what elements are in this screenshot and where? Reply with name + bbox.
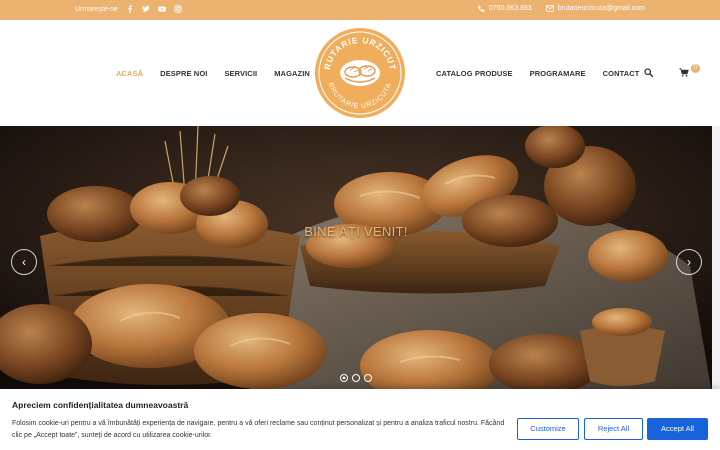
- cart-icon[interactable]: [679, 68, 689, 77]
- contact-info: 0760.063.883 brutarieurzicuta@gmail.com: [478, 5, 645, 12]
- phone-number: 0760.063.883: [488, 5, 532, 12]
- nav-item-contact[interactable]: CONTACT: [603, 69, 640, 78]
- cart-count-badge: 0: [691, 64, 700, 73]
- twitter-icon[interactable]: [142, 5, 150, 13]
- email-address: brutarieurzicuta@gmail.com: [557, 5, 645, 12]
- hero-title: BINE AȚI VENIT!: [304, 224, 408, 239]
- top-bar: Urmarește-ne 0760.063.883 brutarieurzicu…: [0, 0, 720, 20]
- nav-item-acasa[interactable]: ACASĂ: [116, 69, 143, 78]
- chevron-left-icon: ‹: [22, 255, 26, 269]
- reject-all-button[interactable]: Reject All: [584, 418, 643, 440]
- slider-pagination: [340, 374, 372, 382]
- phone-icon: [478, 5, 485, 12]
- email-item[interactable]: brutarieurzicuta@gmail.com: [545, 5, 645, 12]
- cookie-text: Folosim cookie-uri pentru a vă îmbunătăț…: [12, 420, 505, 439]
- nav-item-magazin[interactable]: MAGAZIN: [274, 69, 310, 78]
- slider-dot-2[interactable]: [352, 374, 360, 382]
- hero-slider: BINE AȚI VENIT! ‹ ›: [0, 126, 712, 394]
- nav-item-despre-noi[interactable]: DESPRE NOI: [160, 69, 207, 78]
- cookie-title: Apreciem confidențialitatea dumneavoastr…: [12, 400, 189, 410]
- main-nav-left: ACASĂ DESPRE NOI SERVICII MAGAZIN: [116, 69, 327, 78]
- social-links: [126, 5, 182, 13]
- youtube-icon[interactable]: [158, 5, 166, 13]
- slider-dot-3[interactable]: [364, 374, 372, 382]
- email-icon: [545, 5, 554, 12]
- slider-dot-1[interactable]: [340, 374, 348, 382]
- phone-item[interactable]: 0760.063.883: [478, 5, 532, 12]
- customize-button[interactable]: Customize: [517, 418, 579, 440]
- main-nav-right: CATALOG PRODUSE PROGRAMARE CONTACT: [436, 69, 656, 78]
- nav-item-servicii[interactable]: SERVICII: [224, 69, 257, 78]
- instagram-icon[interactable]: [174, 5, 182, 13]
- page-scrollbar[interactable]: [712, 126, 720, 394]
- facebook-icon[interactable]: [126, 5, 134, 13]
- cookie-banner: Apreciem confidențialitatea dumneavoastr…: [0, 389, 720, 450]
- site-logo[interactable]: BRUTARIE URZICUTA BRUTARIE URZICUTA: [313, 26, 407, 120]
- bakery-bread-image: [0, 126, 712, 394]
- nav-item-programare[interactable]: PROGRAMARE: [530, 69, 586, 78]
- search-icon[interactable]: [644, 68, 653, 77]
- follow-label: Urmarește-ne: [75, 6, 118, 13]
- accept-all-button[interactable]: Accept All: [647, 418, 708, 440]
- slider-next-button[interactable]: ›: [676, 249, 702, 275]
- chevron-right-icon: ›: [687, 255, 691, 269]
- nav-item-catalog-produse[interactable]: CATALOG PRODUSE: [436, 69, 513, 78]
- slider-prev-button[interactable]: ‹: [11, 249, 37, 275]
- site-header: ACASĂ DESPRE NOI SERVICII MAGAZIN BRUTAR…: [0, 20, 720, 126]
